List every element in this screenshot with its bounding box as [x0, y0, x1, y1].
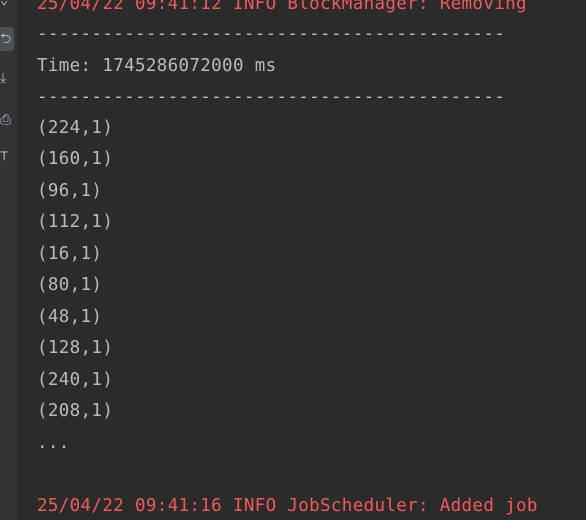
result-line: (48,1) [37, 307, 103, 327]
scroll-to-end-icon[interactable]: ⤓ [0, 66, 14, 90]
ellipsis-line: ... [37, 433, 70, 453]
result-line: (160,1) [37, 149, 114, 169]
soft-wrap-icon[interactable]: ⮌ [0, 27, 14, 51]
log-line-block-manager: 25/04/22 09:41:12 INFO BlockManager: Rem… [37, 0, 527, 14]
result-line: (112,1) [37, 212, 114, 232]
run-console-window: ⌄ ⮌ ⤓ ⎙ ⊤ 25/04/22 09:41:12 INFO BlockMa… [0, 0, 586, 520]
print-icon[interactable]: ⎙ [0, 108, 14, 132]
trash-icon[interactable]: ⊤ [0, 144, 14, 168]
result-line: (128,1) [37, 338, 114, 358]
result-line: (240,1) [37, 370, 114, 390]
separator-line: ----------------------------------------… [37, 24, 506, 44]
console-output: 25/04/22 09:41:12 INFO BlockManager: Rem… [37, 0, 586, 520]
result-line: (96,1) [37, 181, 103, 201]
result-line: (208,1) [37, 401, 114, 421]
separator-line: ----------------------------------------… [37, 87, 506, 107]
log-line-job-scheduler: 25/04/22 09:41:16 INFO JobScheduler: Add… [37, 496, 538, 516]
batch-time-line: Time: 1745286072000 ms [37, 56, 277, 76]
result-line: (16,1) [37, 244, 103, 264]
scroll-down-icon[interactable]: ⌄ [0, 0, 14, 12]
console-toolbar: ⌄ ⮌ ⤓ ⎙ ⊤ [0, 0, 17, 520]
result-line: (224,1) [37, 118, 114, 138]
result-line: (80,1) [37, 275, 103, 295]
